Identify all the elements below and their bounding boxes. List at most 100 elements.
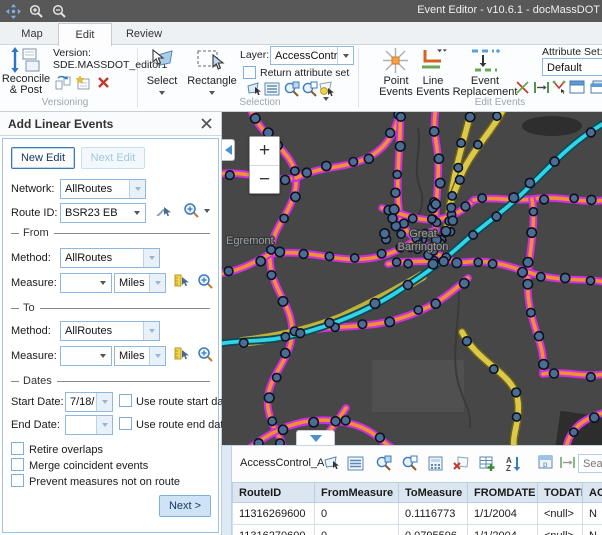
to-measure-caret[interactable] (95, 347, 111, 365)
line-events-button[interactable]: Line Events (412, 76, 454, 98)
network-select-caret[interactable] (129, 180, 145, 198)
event-point-marker[interactable] (587, 195, 596, 204)
table-pan-selected-icon[interactable] (401, 455, 418, 472)
event-point-marker[interactable] (493, 112, 501, 120)
event-point-marker[interactable] (469, 231, 477, 239)
measure-event-icon[interactable] (533, 80, 549, 96)
rectangle-button[interactable]: Rectangle (184, 76, 240, 98)
event-point-marker[interactable] (463, 337, 472, 346)
table-list-icon[interactable] (347, 455, 364, 472)
from-zoom-icon[interactable] (197, 273, 214, 290)
event-point-marker[interactable] (291, 192, 300, 201)
table-clear-selection-icon[interactable] (453, 455, 470, 472)
event-point-marker[interactable] (478, 194, 486, 202)
table-search-input[interactable] (578, 454, 602, 473)
to-zoom-icon[interactable] (197, 346, 214, 363)
event-point-marker[interactable] (393, 258, 401, 266)
zoom-to-route-caret[interactable] (204, 209, 210, 213)
to-method-caret[interactable] (143, 322, 159, 340)
event-point-marker[interactable] (380, 229, 389, 238)
event-point-marker[interactable] (430, 127, 439, 136)
column-header[interactable]: FROMDATE (468, 483, 538, 503)
event-point-marker[interactable] (527, 228, 536, 237)
event-point-marker[interactable] (525, 178, 534, 187)
table-zoom-selected-icon[interactable] (375, 455, 392, 472)
tab-edit[interactable]: Edit (58, 23, 112, 46)
event-point-marker[interactable] (396, 112, 405, 121)
zoom-in-icon[interactable] (28, 3, 44, 19)
rectangle-dropdown-caret[interactable] (209, 91, 215, 95)
column-header[interactable]: TODATE (538, 483, 583, 503)
event-point-marker[interactable] (523, 258, 533, 268)
event-point-marker[interactable] (539, 360, 549, 370)
event-point-marker[interactable] (351, 254, 359, 262)
event-point-marker[interactable] (404, 260, 412, 268)
event-point-marker[interactable] (403, 280, 412, 289)
event-point-marker[interactable] (439, 257, 448, 266)
network-select[interactable]: AllRoutes (60, 179, 146, 199)
table-select-icon[interactable] (323, 455, 340, 472)
line-events-icon[interactable] (418, 47, 448, 74)
table-splitter[interactable] (222, 446, 232, 535)
event-point-marker[interactable] (492, 212, 501, 221)
event-point-marker[interactable] (280, 214, 288, 222)
event-point-marker[interactable] (456, 176, 465, 185)
event-point-marker[interactable] (488, 260, 496, 268)
select-dropdown-caret[interactable] (159, 91, 165, 95)
event-point-marker[interactable] (441, 227, 450, 236)
tab-map[interactable]: Map (6, 23, 58, 45)
event-point-marker[interactable] (296, 329, 305, 338)
event-point-marker[interactable] (448, 216, 457, 225)
event-point-marker[interactable] (393, 170, 401, 178)
event-point-marker[interactable] (590, 413, 599, 422)
use-route-end-date-checkbox[interactable] (119, 417, 132, 430)
select-by-shape-icon[interactable] (246, 81, 262, 97)
delete-version-icon[interactable] (96, 75, 112, 91)
event-point-marker[interactable] (465, 112, 474, 121)
event-point-marker[interactable] (561, 273, 570, 282)
tab-review[interactable]: Review (112, 23, 176, 45)
from-method-caret[interactable] (143, 249, 159, 267)
event-point-marker[interactable] (388, 214, 397, 223)
event-point-marker[interactable] (251, 114, 260, 123)
start-date-input[interactable]: 7/18/ (65, 392, 113, 412)
to-unit-select[interactable]: Miles (114, 346, 166, 366)
table-add-row-icon[interactable] (479, 455, 496, 472)
from-unit-select[interactable]: Miles (114, 273, 166, 293)
event-point-marker[interactable] (275, 247, 284, 256)
event-point-marker[interactable] (461, 202, 470, 211)
event-point-marker[interactable] (454, 164, 462, 172)
table-show-measures-icon[interactable] (427, 455, 444, 472)
event-point-marker[interactable] (414, 306, 422, 314)
event-point-marker[interactable] (273, 373, 281, 381)
event-point-marker[interactable] (490, 365, 498, 373)
pan-to-selected-icon[interactable] (301, 81, 317, 97)
event-point-marker[interactable] (428, 215, 436, 223)
change-version-icon[interactable] (55, 75, 71, 91)
event-point-marker[interactable] (457, 139, 465, 147)
attribute-window-icon[interactable] (569, 80, 585, 96)
from-method-select[interactable]: AllRoutes (60, 248, 160, 268)
to-measure-on-map-icon[interactable] (173, 346, 190, 363)
table-row[interactable]: 1131627060000.07955961/1/2004<null>N (233, 525, 602, 535)
table-measure-icon[interactable] (559, 455, 576, 472)
event-point-marker[interactable] (226, 171, 235, 180)
prevent-measures-checkbox[interactable] (11, 474, 24, 487)
event-point-marker[interactable] (570, 194, 578, 202)
event-point-marker[interactable] (302, 168, 311, 177)
column-header[interactable]: AC (583, 483, 602, 503)
event-point-marker[interactable] (281, 333, 289, 341)
event-point-marker[interactable] (325, 252, 333, 260)
new-version-icon[interactable] (75, 75, 91, 91)
event-point-marker[interactable] (448, 192, 456, 200)
route-id-select[interactable]: BSR23 EB (60, 203, 146, 223)
event-point-marker[interactable] (529, 208, 537, 216)
event-point-marker[interactable] (349, 158, 358, 167)
event-point-marker[interactable] (550, 157, 559, 166)
event-point-marker[interactable] (587, 373, 596, 382)
collapse-panel-button[interactable] (222, 139, 235, 161)
event-point-marker[interactable] (278, 297, 287, 306)
event-point-marker[interactable] (436, 178, 445, 187)
to-method-select[interactable]: AllRoutes (60, 321, 160, 341)
event-point-marker[interactable] (587, 128, 596, 137)
